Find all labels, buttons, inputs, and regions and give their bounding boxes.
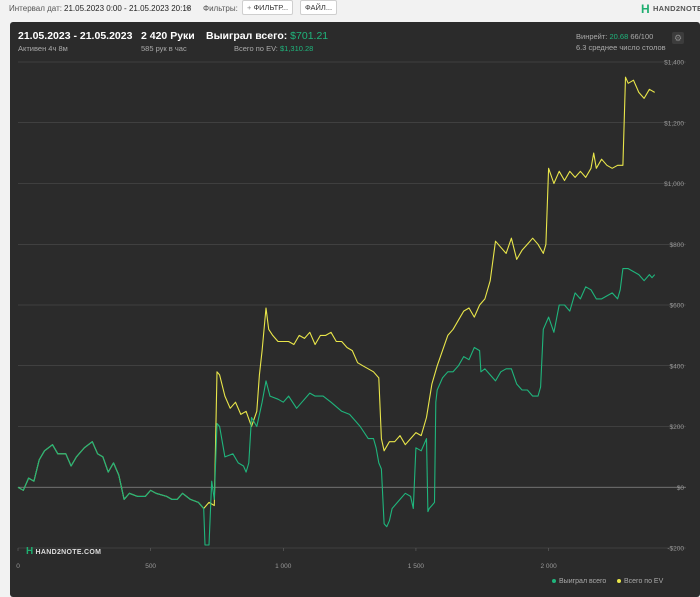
x-tick-label: 1 500 bbox=[408, 563, 425, 570]
watermark-text: HAND2NOTE.COM bbox=[35, 549, 102, 556]
legend-dot-ev bbox=[617, 579, 621, 584]
y-tick-label: $1,000 bbox=[664, 181, 684, 188]
x-tick-label: 0 bbox=[16, 563, 20, 570]
x-tick-label: 2 000 bbox=[540, 563, 557, 570]
watermark-logo-icon: H bbox=[26, 546, 34, 557]
legend-ev[interactable]: Всего по EV bbox=[617, 578, 663, 585]
x-tick-label: 500 bbox=[145, 563, 156, 570]
legend-ev-label: Всего по EV bbox=[624, 578, 664, 585]
y-tick-label: $400 bbox=[670, 363, 685, 370]
chart-lines bbox=[17, 76, 656, 546]
x-axis-labels: 0 500 1 000 1 500 2 000 bbox=[16, 563, 557, 570]
series-ev-line bbox=[17, 76, 655, 510]
y-tick-label: $200 bbox=[670, 424, 685, 431]
watermark: H HAND2NOTE.COM bbox=[26, 546, 101, 557]
x-tick-label: 1 000 bbox=[275, 563, 292, 570]
y-tick-label: $800 bbox=[670, 242, 685, 249]
y-tick-label: $1,400 bbox=[664, 60, 684, 67]
y-tick-label: $600 bbox=[670, 303, 685, 310]
y-tick-label: $0 bbox=[677, 485, 685, 492]
legend-won[interactable]: Выиграл всего bbox=[552, 578, 606, 585]
y-axis-labels: -$200 $0 $200 $400 $600 $800 $1,000 $1,200 $1,40… bbox=[664, 60, 684, 553]
series-won-line bbox=[17, 268, 656, 546]
legend-won-label: Выиграл всего bbox=[559, 578, 607, 585]
chart-grid bbox=[17, 61, 686, 551]
profit-chart: -$200 $0 $200 $400 $600 $800 $1,000 $1,200 $1,40… bbox=[16, 60, 686, 570]
y-tick-label: -$200 bbox=[667, 546, 684, 553]
legend-dot-won bbox=[552, 579, 556, 584]
y-tick-label: $1,200 bbox=[664, 120, 684, 127]
